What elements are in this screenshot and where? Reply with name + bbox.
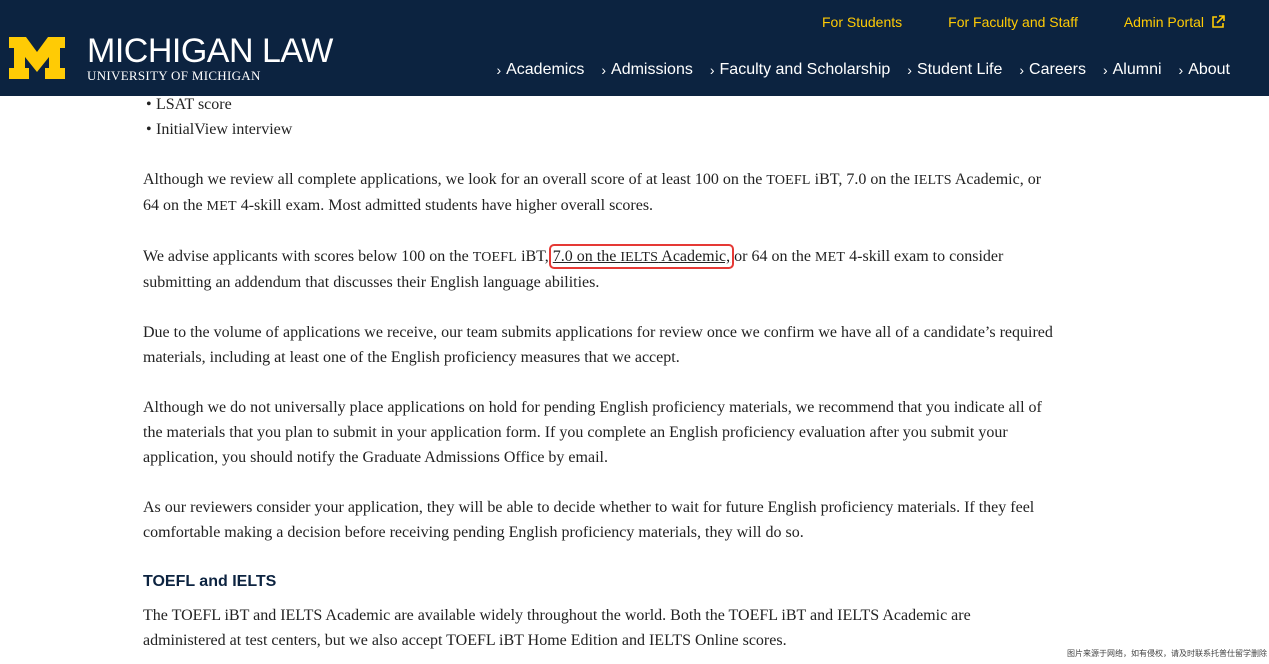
paragraph-pending-materials: Although we do not universally place app…	[143, 399, 1042, 466]
chevron-right-icon: ›	[601, 62, 607, 78]
paragraph-score-requirements: Although we review all complete applicat…	[143, 171, 1042, 214]
michigan-law-logo[interactable]: MICHIGAN LAW UNIVERSITY OF MICHIGAN	[9, 32, 333, 83]
image-source-watermark: 图片来源于网络，如有侵权，请及时联系托普仕留学删除	[1067, 649, 1267, 658]
nav-label: About	[1188, 61, 1230, 78]
logo-subtitle: UNIVERSITY OF MICHIGAN	[87, 68, 261, 83]
nav-label: Alumni	[1112, 61, 1162, 78]
chevron-right-icon: ›	[1019, 62, 1025, 78]
list-item-text: LSAT score	[156, 96, 232, 113]
nav-label: Faculty and Scholarship	[719, 61, 891, 78]
highlighted-ielts-score: 7.0 on the IELTS Academic,	[548, 244, 735, 269]
list-item-text: InitialView interview	[156, 121, 293, 138]
block-m-logo-icon	[9, 37, 65, 79]
nav-about[interactable]: › About	[1179, 61, 1230, 79]
utility-nav: For Students For Faculty and Staff Admin…	[822, 14, 1225, 30]
nav-student-life[interactable]: › Student Life	[907, 61, 1002, 79]
chevron-right-icon: ›	[1102, 62, 1108, 78]
nav-careers[interactable]: › Careers	[1019, 61, 1086, 79]
for-faculty-label: For Faculty and Staff	[948, 14, 1078, 30]
main-nav: › Academics › Admissions › Faculty and Scho…	[496, 61, 1230, 79]
nav-academics[interactable]: › Academics	[496, 61, 584, 79]
chevron-right-icon: ›	[709, 62, 715, 78]
admin-portal-label: Admin Portal	[1123, 14, 1204, 30]
nav-label: Admissions	[611, 61, 693, 78]
list-item: • InitialView interview	[146, 121, 293, 138]
for-students-label: For Students	[821, 14, 903, 30]
list-item: • LSAT score	[146, 96, 232, 113]
nav-faculty-scholarship[interactable]: › Faculty and Scholarship	[710, 61, 890, 79]
chevron-right-icon: ›	[907, 62, 912, 78]
nav-label: Academics	[506, 61, 585, 78]
paragraph-test-availability: The TOEFL iBT and IELTS Academic are ava…	[143, 607, 971, 649]
nav-admissions[interactable]: › Admissions	[601, 61, 692, 79]
requirements-list: • LSAT score • InitialView interview	[143, 92, 1053, 142]
chevron-right-icon: ›	[496, 62, 502, 78]
for-faculty-link[interactable]: For Faculty and Staff	[948, 14, 1078, 30]
for-students-link[interactable]: For Students	[822, 14, 902, 30]
paragraph-review-volume: Due to the volume of applications we rec…	[143, 324, 1053, 366]
nav-label: Careers	[1029, 61, 1086, 78]
external-link-icon	[1212, 15, 1225, 28]
admin-portal-link[interactable]: Admin Portal	[1124, 14, 1225, 30]
chevron-right-icon: ›	[1178, 62, 1184, 78]
logo-title: MICHIGAN LAW	[87, 32, 333, 70]
paragraph-addendum-advice: We advise applicants with scores below 1…	[143, 244, 1004, 291]
nav-label: Student Life	[916, 61, 1003, 78]
site-header: MICHIGAN LAW UNIVERSITY OF MICHIGAN For …	[0, 0, 1269, 96]
main-content: • LSAT score • InitialView interview Altho…	[143, 96, 1053, 653]
section-heading-toefl-ielts: TOEFL and IELTS	[143, 573, 277, 590]
nav-alumni[interactable]: › Alumni	[1103, 61, 1162, 79]
paragraph-reviewer-decision: As our reviewers consider your applicati…	[143, 499, 1035, 541]
